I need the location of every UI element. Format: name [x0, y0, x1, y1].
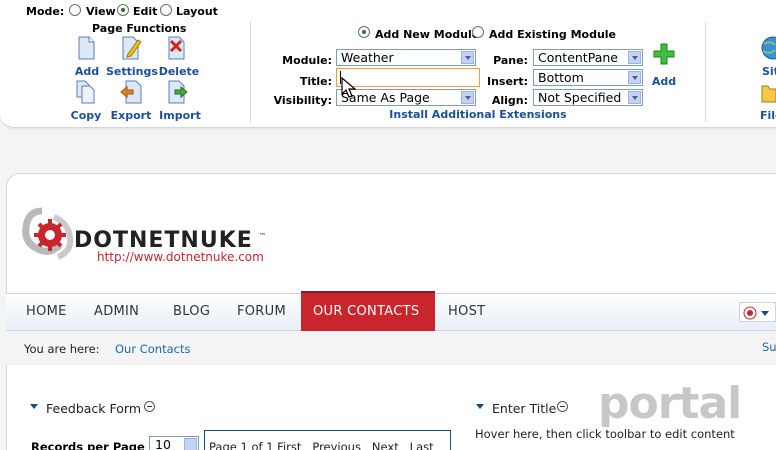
logo-url[interactable]: http://www.dotnetnuke.com	[97, 250, 264, 264]
add-new-module-label[interactable]: Add New Module	[375, 28, 479, 41]
visibility-label: Visibility:	[273, 94, 332, 107]
site-settings-button[interactable]: Sit	[762, 65, 776, 78]
align-select[interactable]: Not Specified	[533, 89, 643, 106]
pane-label: Pane:	[493, 54, 528, 67]
title-input[interactable]	[336, 68, 480, 87]
mode-edit-label[interactable]: Edit	[133, 5, 157, 18]
mode-view-radio[interactable]	[69, 4, 81, 16]
control-panel: Mode: View Edit Layout Page Functions Ad…	[0, 0, 776, 128]
nav-item-home[interactable]: HOME	[26, 294, 67, 330]
mode-view-label[interactable]: View	[86, 5, 116, 18]
chevron-down-icon[interactable]	[461, 91, 474, 104]
pane-select-value: ContentPane	[538, 50, 618, 65]
title-label: Title:	[299, 75, 332, 88]
chevron-down-icon[interactable]	[628, 91, 641, 104]
delete-button[interactable]: Delete	[158, 65, 200, 78]
plus-icon[interactable]	[652, 42, 676, 66]
add-new-module-radio[interactable]	[358, 26, 370, 38]
records-per-page-label: Records per Page	[31, 440, 145, 450]
settings-icon[interactable]	[120, 36, 142, 60]
export-icon[interactable]	[120, 80, 142, 104]
mode-label: Mode:	[26, 5, 65, 18]
enter-title-module-title: Enter Title	[492, 401, 557, 416]
insert-select-value: Bottom	[538, 70, 584, 85]
settings-button[interactable]: Settings	[106, 65, 158, 78]
pager-text[interactable]: Page 1 of 1 First Previous Next Last	[209, 440, 434, 450]
module-select-value: Weather	[341, 50, 394, 65]
pager: Page 1 of 1 First Previous Next Last	[204, 430, 451, 450]
breadcrumb-right-link[interactable]: Su	[762, 340, 776, 354]
hover-hint-text: Hover here, then click toolbar to edit c…	[475, 427, 735, 441]
collapse-triangle-icon[interactable]	[476, 404, 484, 409]
copy-icon[interactable]	[75, 80, 97, 104]
copy-button[interactable]: Copy	[70, 109, 102, 122]
delete-icon[interactable]	[166, 36, 188, 60]
page-functions-title: Page Functions	[92, 22, 187, 35]
chevron-down-icon[interactable]	[761, 311, 769, 316]
insert-label: Insert:	[486, 75, 528, 88]
breadcrumb-current[interactable]: Our Contacts	[115, 342, 190, 356]
add-existing-module-radio[interactable]	[472, 26, 484, 38]
align-select-value: Not Specified	[538, 90, 622, 105]
folder-icon[interactable]	[760, 82, 776, 104]
import-icon[interactable]	[166, 80, 188, 104]
nav-item-blog[interactable]: BLOG	[173, 294, 210, 330]
module-select[interactable]: Weather	[336, 49, 476, 66]
visibility-select[interactable]: Same As Page	[336, 89, 476, 106]
mode-edit-radio[interactable]	[117, 4, 129, 16]
export-button[interactable]: Export	[108, 109, 154, 122]
minimize-icon[interactable]	[557, 401, 568, 412]
breadcrumb: You are here: Our Contacts Su	[6, 331, 776, 365]
nav-item-admin[interactable]: ADMIN	[94, 294, 139, 330]
pane-select[interactable]: ContentPane	[533, 49, 643, 66]
portal-watermark: portal	[598, 378, 742, 429]
feedback-form-title: Feedback Form	[46, 401, 141, 416]
add-page-button[interactable]: Add	[70, 65, 104, 78]
divider	[705, 22, 706, 122]
chevron-down-icon[interactable]	[184, 438, 197, 450]
nav-item-forum[interactable]: FORUM	[237, 294, 286, 330]
nav-item-our-contacts[interactable]: OUR CONTACTS	[313, 294, 419, 330]
collapse-triangle-icon[interactable]	[30, 404, 38, 409]
breadcrumb-label: You are here:	[24, 342, 100, 356]
install-extensions-link[interactable]: Install Additional Extensions	[380, 108, 576, 121]
divider	[250, 22, 251, 122]
file-manager-button[interactable]: File	[760, 109, 776, 122]
mode-layout-label[interactable]: Layout	[176, 5, 218, 18]
add-module-button[interactable]: Add	[648, 75, 680, 88]
insert-select[interactable]: Bottom	[533, 69, 643, 86]
chevron-down-icon[interactable]	[628, 51, 641, 64]
globe-icon[interactable]	[760, 36, 776, 60]
add-page-icon[interactable]	[75, 36, 97, 60]
minimize-icon[interactable]	[144, 401, 155, 412]
language-selector[interactable]	[739, 302, 776, 322]
mouse-cursor-icon	[341, 77, 357, 98]
module-label: Module:	[282, 54, 332, 67]
logo-trademark: ™	[259, 232, 266, 240]
nav-item-host[interactable]: HOST	[448, 294, 485, 330]
chevron-down-icon[interactable]	[628, 71, 641, 84]
dotnetnuke-logo-icon[interactable]	[20, 205, 76, 261]
main-nav: HOME ADMIN BLOG FORUM OUR CONTACTS HOST	[6, 291, 776, 331]
align-label: Align:	[491, 94, 528, 107]
add-existing-module-label[interactable]: Add Existing Module	[489, 28, 616, 41]
chevron-down-icon[interactable]	[461, 51, 474, 64]
mode-layout-radio[interactable]	[160, 4, 172, 16]
records-per-page-select[interactable]: 10	[149, 436, 199, 450]
flag-icon	[743, 306, 757, 320]
records-per-page-value: 10	[155, 437, 171, 450]
import-button[interactable]: Import	[157, 109, 203, 122]
